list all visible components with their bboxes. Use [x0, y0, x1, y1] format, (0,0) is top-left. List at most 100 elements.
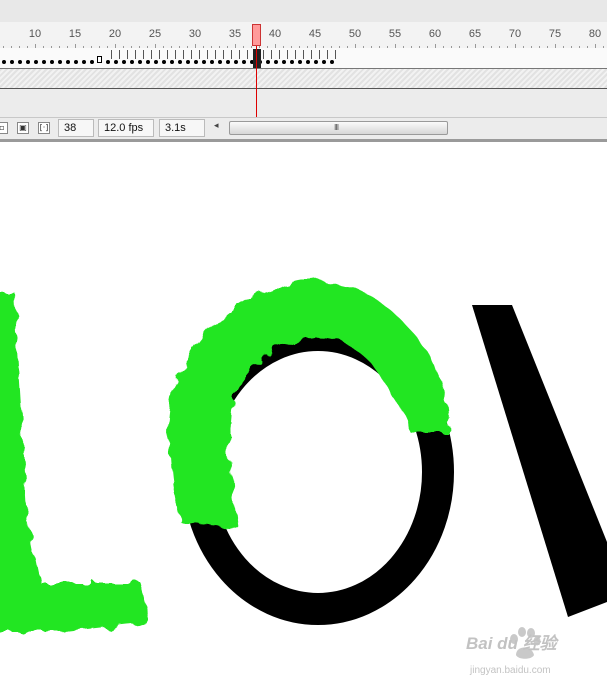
timeline-empty-area: [0, 89, 607, 117]
playhead-handle[interactable]: [252, 24, 261, 46]
frame-separator: [335, 50, 336, 59]
scroll-left-arrow-icon[interactable]: ◂: [214, 121, 219, 131]
keyframe-dot[interactable]: [50, 60, 54, 64]
frame-separator: [111, 50, 112, 59]
keyframe-dot[interactable]: [274, 60, 278, 64]
blank-keyframe[interactable]: [97, 56, 102, 63]
keyframe-dot[interactable]: [202, 60, 206, 64]
keyframe-dot[interactable]: [58, 60, 62, 64]
stage-artwork: [0, 280, 607, 632]
frame-separator: [271, 50, 272, 59]
elapsed-time-field: 3.1s: [159, 119, 205, 137]
frame-separator: [143, 50, 144, 59]
frame-separator: [207, 50, 208, 59]
green-brush-l[interactable]: [0, 292, 150, 632]
ruler-label: 50: [348, 28, 362, 40]
keyframe-dot[interactable]: [146, 60, 150, 64]
frame-separator: [135, 50, 136, 59]
ruler-label: 75: [548, 28, 562, 40]
stage-canvas[interactable]: [0, 142, 607, 692]
current-frame-cell[interactable]: [253, 49, 261, 68]
ruler-label: 60: [428, 28, 442, 40]
frame-separator: [223, 50, 224, 59]
keyframe-dot[interactable]: [10, 60, 14, 64]
keyframe-dot[interactable]: [226, 60, 230, 64]
playhead-line: [256, 46, 257, 117]
keyframe-dot[interactable]: [306, 60, 310, 64]
layer-frame-row[interactable]: [0, 48, 607, 69]
frame-separator: [151, 50, 152, 59]
frame-separator: [127, 50, 128, 59]
frame-ruler[interactable]: 10 15 20 25 30 35 40 45 50 55 60 65 70 75 80: [0, 22, 607, 49]
keyframe-dot[interactable]: [130, 60, 134, 64]
timeline-status-bar: ▫ ▣ [·] 38 12.0 fps 3.1s ◂ III: [0, 117, 607, 140]
frame-separator: [215, 50, 216, 59]
keyframe-dot[interactable]: [26, 60, 30, 64]
frame-separator: [295, 50, 296, 59]
keyframe-dot[interactable]: [106, 60, 110, 64]
keyframe-dot[interactable]: [154, 60, 158, 64]
keyframe-dot[interactable]: [322, 60, 326, 64]
keyframe-dot[interactable]: [162, 60, 166, 64]
frame-separator: [247, 50, 248, 59]
keyframe-dot[interactable]: [90, 60, 94, 64]
timeline-panel: 10 15 20 25 30 35 40 45 50 55 60 65 70 75 80 ▫ ▣ [·] 3…: [0, 0, 607, 142]
frame-separator: [183, 50, 184, 59]
keyframe-dot[interactable]: [330, 60, 334, 64]
keyframe-dot[interactable]: [194, 60, 198, 64]
frame-separator: [167, 50, 168, 59]
ruler-label: 25: [148, 28, 162, 40]
keyframe-dot[interactable]: [290, 60, 294, 64]
timeline-horizontal-scrollbar[interactable]: III: [229, 121, 448, 135]
keyframe-dot[interactable]: [42, 60, 46, 64]
ruler-label: 55: [388, 28, 402, 40]
frame-separator: [199, 50, 200, 59]
keyframe-dot[interactable]: [242, 60, 246, 64]
frame-separator: [231, 50, 232, 59]
ruler-label: 65: [468, 28, 482, 40]
keyframe-dot[interactable]: [18, 60, 22, 64]
ruler-label: 10: [28, 28, 42, 40]
modify-onion-markers-icon[interactable]: [·]: [38, 122, 50, 134]
keyframe-dot[interactable]: [266, 60, 270, 64]
ruler-label: 80: [588, 28, 602, 40]
keyframe-dot[interactable]: [82, 60, 86, 64]
edit-multiple-frames-icon[interactable]: ▣: [17, 122, 29, 134]
keyframe-dot[interactable]: [298, 60, 302, 64]
keyframe-dot[interactable]: [74, 60, 78, 64]
frame-separator: [287, 50, 288, 59]
keyframe-dot[interactable]: [314, 60, 318, 64]
green-brush-o[interactable]: [169, 280, 450, 527]
frame-separator: [327, 50, 328, 59]
keyframe-dot[interactable]: [170, 60, 174, 64]
watermark-brand-text: Bai du 经验: [466, 634, 557, 653]
keyframe-dot[interactable]: [122, 60, 126, 64]
ruler-label: 35: [228, 28, 242, 40]
keyframe-dot[interactable]: [282, 60, 286, 64]
empty-layer-row[interactable]: [0, 69, 607, 89]
keyframe-dot[interactable]: [186, 60, 190, 64]
keyframe-dot[interactable]: [2, 60, 6, 64]
keyframe-dot[interactable]: [218, 60, 222, 64]
frame-rate-field[interactable]: 12.0 fps: [98, 119, 154, 137]
keyframe-dot[interactable]: [210, 60, 214, 64]
keyframe-dot[interactable]: [66, 60, 70, 64]
keyframe-dot[interactable]: [178, 60, 182, 64]
letter-v-stroke[interactable]: [472, 305, 607, 617]
onion-skin-outline-icon[interactable]: ▫: [0, 122, 8, 134]
frame-separator: [263, 50, 264, 59]
frame-separator: [239, 50, 240, 59]
keyframe-dot[interactable]: [34, 60, 38, 64]
ruler-label: 30: [188, 28, 202, 40]
frame-separator: [279, 50, 280, 59]
ruler-label: 70: [508, 28, 522, 40]
frame-separator: [303, 50, 304, 59]
frame-separator: [311, 50, 312, 59]
keyframe-dot[interactable]: [114, 60, 118, 64]
watermark-site-text: jingyan.baidu.com: [470, 665, 551, 676]
scroll-grip-icon[interactable]: III: [334, 123, 339, 132]
keyframe-dot[interactable]: [138, 60, 142, 64]
ruler-label: 45: [308, 28, 322, 40]
ruler-label: 15: [68, 28, 82, 40]
keyframe-dot[interactable]: [234, 60, 238, 64]
